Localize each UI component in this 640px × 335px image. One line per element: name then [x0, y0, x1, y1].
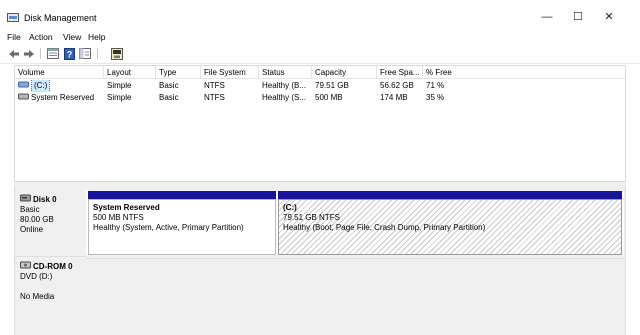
- partition-title: System Reserved: [93, 203, 160, 212]
- partition-c-drive[interactable]: (C:) 79.51 GB NTFS Healthy (Boot, Page F…: [278, 199, 622, 255]
- menu-view[interactable]: View: [63, 32, 81, 42]
- svg-text:?: ?: [66, 49, 72, 59]
- toolbar: ?: [0, 44, 640, 64]
- partition-size: 79.51 GB NTFS: [283, 213, 340, 222]
- column-header-status[interactable]: Status: [259, 66, 312, 79]
- column-header-file-system[interactable]: File System: [201, 66, 259, 79]
- forward-arrow-icon[interactable]: [22, 47, 35, 60]
- volume-list-header: Volume Layout Type File System Status Ca…: [15, 66, 625, 79]
- disk-size: 80.00 GB: [20, 215, 54, 224]
- column-header-free-space[interactable]: Free Spa...: [377, 66, 423, 79]
- disk-management-app-icon: [7, 13, 19, 22]
- partition-header-bar: [278, 191, 622, 199]
- partition-system-reserved[interactable]: System Reserved 500 MB NTFS Healthy (Sys…: [88, 199, 276, 255]
- cdrom-0-info[interactable]: CD-ROM 0 DVD (D:) No Media: [15, 261, 85, 331]
- volume-capacity: 79.51 GB: [315, 81, 349, 90]
- close-button[interactable]: ✕: [599, 8, 619, 26]
- volume-percent-free: 71 %: [426, 81, 445, 90]
- menu-help[interactable]: Help: [88, 32, 105, 42]
- disk-type: Basic: [20, 205, 40, 214]
- column-header-type[interactable]: Type: [156, 66, 201, 79]
- menu-action[interactable]: Action: [29, 32, 53, 42]
- partition-header-bar: [88, 191, 276, 199]
- volume-status: Healthy (S...: [262, 93, 307, 102]
- volume-layout: Simple: [107, 93, 132, 102]
- column-header-percent-free[interactable]: % Free: [423, 66, 465, 79]
- cdrom-media-status: No Media: [20, 292, 55, 301]
- volume-name: (C:): [31, 80, 51, 92]
- properties-icon[interactable]: [46, 47, 60, 60]
- toolbar-separator: [40, 48, 41, 59]
- volume-layout: Simple: [107, 81, 132, 90]
- menu-bar: File Action View Help: [0, 30, 640, 44]
- volume-percent-free: 35 %: [426, 93, 445, 102]
- volume-type: Basic: [159, 81, 179, 90]
- menu-file[interactable]: File: [7, 32, 21, 42]
- partition-status: Healthy (System, Active, Primary Partiti…: [93, 223, 244, 232]
- volume-free-space: 56.62 GB: [380, 81, 414, 90]
- maximize-button[interactable]: ☐: [568, 8, 588, 26]
- show-hide-pane-icon[interactable]: [78, 47, 92, 60]
- volume-list[interactable]: Volume Layout Type File System Status Ca…: [14, 65, 626, 182]
- disk-state: Online: [20, 225, 44, 234]
- disk-0-partitions: System Reserved 500 MB NTFS Healthy (Sys…: [86, 191, 624, 255]
- disk-name: Disk 0: [33, 194, 57, 204]
- volume-free-space: 174 MB: [380, 93, 408, 102]
- volume-file-system: NTFS: [204, 93, 225, 102]
- volume-row[interactable]: (C:) Simple Basic NTFS Healthy (B... 79.…: [15, 80, 625, 92]
- volume-name: System Reserved: [31, 93, 95, 102]
- cd-drive-icon: [20, 261, 31, 272]
- cdrom-name: CD-ROM 0: [33, 261, 73, 271]
- partition-status: Healthy (Boot, Page File, Crash Dump, Pr…: [283, 223, 486, 232]
- drive-icon: [18, 92, 29, 104]
- cdrom-0-area[interactable]: [86, 258, 624, 335]
- help-icon[interactable]: ?: [62, 47, 76, 60]
- cdrom-drive-letter: DVD (D:): [20, 272, 53, 281]
- volume-capacity: 500 MB: [315, 93, 343, 102]
- volume-row[interactable]: System Reserved Simple Basic NTFS Health…: [15, 92, 625, 104]
- column-header-volume[interactable]: Volume: [15, 66, 104, 79]
- hard-disk-icon: [20, 194, 31, 205]
- column-header-layout[interactable]: Layout: [104, 66, 156, 79]
- toolbar-separator: [97, 48, 98, 59]
- divider: [15, 256, 86, 257]
- disk-graphical-view: Disk 0 Basic 80.00 GB Online System Rese…: [14, 186, 626, 335]
- disk-0-info[interactable]: Disk 0 Basic 80.00 GB Online: [15, 194, 85, 256]
- minimize-button[interactable]: —: [537, 8, 557, 26]
- back-arrow-icon[interactable]: [7, 47, 20, 60]
- drive-icon: [18, 80, 29, 92]
- title-bar: Disk Management — ☐ ✕: [0, 0, 640, 30]
- volume-file-system: NTFS: [204, 81, 225, 90]
- partition-title: (C:): [283, 203, 297, 212]
- column-header-capacity[interactable]: Capacity: [312, 66, 377, 79]
- volume-type: Basic: [159, 93, 179, 102]
- partition-size: 500 MB NTFS: [93, 213, 144, 222]
- volume-status: Healthy (B...: [262, 81, 307, 90]
- settings-icon[interactable]: [110, 47, 124, 60]
- window-title: Disk Management: [24, 13, 97, 23]
